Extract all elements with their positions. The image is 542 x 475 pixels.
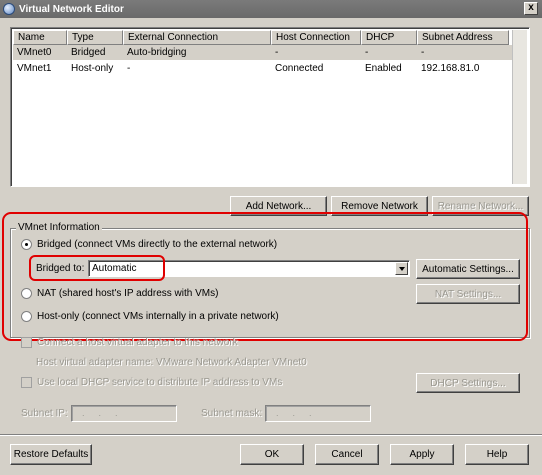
- chevron-down-icon[interactable]: [395, 262, 408, 275]
- adapter-name-label: Host virtual adapter name: VMware Networ…: [36, 357, 307, 368]
- apply-button[interactable]: Apply: [390, 444, 454, 465]
- host-only-radio[interactable]: [21, 311, 32, 322]
- list-scrollbar[interactable]: [512, 30, 527, 184]
- connect-host-adapter-checkbox[interactable]: [21, 337, 32, 348]
- table-cell: -: [421, 47, 425, 58]
- cancel-button[interactable]: Cancel: [315, 444, 379, 465]
- connect-host-adapter-option[interactable]: Connect a host virtual adapter to this n…: [21, 337, 238, 348]
- table-cell: Enabled: [365, 63, 402, 74]
- column-header-external-connection[interactable]: External Connection: [123, 30, 271, 45]
- table-row-vmnet0[interactable]: VMnet0 Bridged Auto-bridging - - -: [13, 45, 513, 60]
- ok-button[interactable]: OK: [240, 444, 304, 465]
- rename-network-button[interactable]: Rename Network...: [432, 196, 529, 216]
- subnet-ip-field[interactable]: ...: [71, 405, 177, 422]
- column-header-dhcp[interactable]: DHCP: [361, 30, 417, 45]
- column-header-host-connection[interactable]: Host Connection: [271, 30, 361, 45]
- use-dhcp-label: Use local DHCP service to distribute IP …: [37, 377, 283, 388]
- bridged-option[interactable]: Bridged (connect VMs directly to the ext…: [21, 239, 277, 250]
- automatic-settings-button[interactable]: Automatic Settings...: [416, 259, 520, 279]
- table-row-vmnet1[interactable]: VMnet1 Host-only - Connected Enabled 192…: [13, 61, 513, 76]
- table-cell: VMnet0: [17, 47, 52, 58]
- table-cell: Auto-bridging: [127, 47, 187, 58]
- table-cell: 192.168.81.0: [421, 63, 480, 74]
- window-title: Virtual Network Editor: [19, 3, 124, 15]
- host-only-option[interactable]: Host-only (connect VMs internally in a p…: [21, 311, 279, 322]
- nat-option[interactable]: NAT (shared host's IP address with VMs): [21, 288, 218, 299]
- table-cell: VMnet1: [17, 63, 52, 74]
- connect-host-adapter-label: Connect a host virtual adapter to this n…: [37, 337, 238, 348]
- column-header-type[interactable]: Type: [67, 30, 123, 45]
- use-dhcp-option[interactable]: Use local DHCP service to distribute IP …: [21, 377, 282, 388]
- list-header: Name Type External Connection Host Conne…: [13, 30, 509, 45]
- network-globe-icon: [3, 3, 15, 15]
- bridged-to-label: Bridged to:: [36, 263, 85, 274]
- bridged-radio[interactable]: [21, 239, 32, 250]
- network-list[interactable]: Name Type External Connection Host Conne…: [10, 27, 530, 187]
- restore-defaults-button[interactable]: Restore Defaults: [10, 444, 92, 465]
- footer-separator: [0, 434, 542, 436]
- vmnet-information-title: VMnet Information: [16, 222, 102, 233]
- nat-radio[interactable]: [21, 288, 32, 299]
- table-cell: Bridged: [71, 47, 106, 58]
- remove-network-button[interactable]: Remove Network: [331, 196, 428, 216]
- use-dhcp-checkbox[interactable]: [21, 377, 32, 388]
- table-cell: Connected: [275, 63, 324, 74]
- add-network-button[interactable]: Add Network...: [230, 196, 327, 216]
- subnet-ip-label: Subnet IP:: [21, 408, 68, 419]
- subnet-mask-field[interactable]: ...: [265, 405, 371, 422]
- column-header-subnet-address[interactable]: Subnet Address: [417, 30, 509, 45]
- table-cell: -: [275, 47, 279, 58]
- nat-settings-button[interactable]: NAT Settings...: [416, 284, 520, 304]
- bridged-label: Bridged (connect VMs directly to the ext…: [37, 239, 278, 250]
- nat-label: NAT (shared host's IP address with VMs): [37, 288, 219, 299]
- host-only-label: Host-only (connect VMs internally in a p…: [37, 311, 279, 322]
- bridged-to-select[interactable]: Automatic: [88, 260, 410, 277]
- column-header-name[interactable]: Name: [13, 30, 67, 45]
- close-button[interactable]: x: [524, 2, 538, 15]
- table-cell: -: [127, 63, 131, 74]
- title-bar: Virtual Network Editor x: [0, 0, 542, 18]
- help-button[interactable]: Help: [465, 444, 529, 465]
- table-cell: -: [365, 47, 369, 58]
- table-cell: Host-only: [71, 63, 114, 74]
- dhcp-settings-button[interactable]: DHCP Settings...: [416, 373, 520, 393]
- bridged-to-value: Automatic: [92, 263, 137, 274]
- subnet-mask-label: Subnet mask:: [201, 408, 263, 419]
